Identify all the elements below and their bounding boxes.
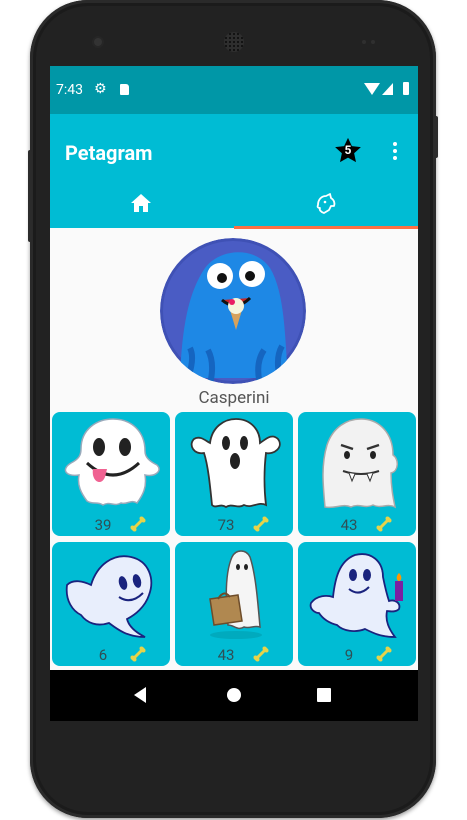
like-count: 73 (217, 516, 235, 534)
wifi-icon (364, 83, 380, 95)
tab-home[interactable] (50, 178, 234, 228)
pet-card[interactable]: 43 (298, 412, 416, 536)
like-count: 39 (94, 516, 112, 534)
power-button (434, 116, 438, 158)
profile-avatar[interactable] (160, 238, 306, 384)
system-nav-bar (50, 670, 418, 721)
like-count: 43 (217, 646, 235, 664)
tab-bar (50, 178, 418, 228)
profile-name: Casperini (198, 388, 270, 408)
bone-icon[interactable] (130, 646, 146, 662)
tab-indicator (234, 226, 418, 229)
monster-avatar-icon (160, 238, 306, 384)
app-screen: 7:43 ⚙ Petagram 5 Casperini 39 73 43 6 4… (50, 66, 418, 721)
ghost-tongue-icon (64, 418, 160, 506)
volume-button (28, 150, 32, 242)
pet-card[interactable]: 39 (52, 412, 170, 536)
bone-icon[interactable] (253, 516, 269, 532)
like-count: 43 (340, 516, 358, 534)
status-time: 7:43 (56, 82, 83, 98)
app-bar: Petagram 5 (50, 114, 418, 178)
sd-card-icon (120, 84, 129, 95)
dog-icon (316, 193, 336, 214)
recents-icon[interactable] (317, 688, 331, 702)
tab-profile[interactable] (234, 178, 418, 228)
ghost-sheet-bag-icon (209, 550, 262, 639)
ghost-scream-icon (190, 418, 281, 509)
favorites-button[interactable]: 5 (333, 136, 363, 166)
back-icon[interactable] (134, 687, 146, 703)
bone-icon[interactable] (376, 646, 392, 662)
pet-card[interactable]: 9 (298, 542, 416, 666)
home-nav-icon[interactable] (227, 688, 241, 702)
bone-icon[interactable] (253, 646, 269, 662)
ghost-candle-icon (309, 553, 403, 638)
like-count: 6 (98, 646, 108, 664)
front-camera (94, 38, 102, 46)
ghost-fangs-icon (322, 418, 398, 509)
battery-icon (403, 82, 409, 95)
pet-card[interactable]: 73 (175, 412, 293, 536)
overflow-menu-button[interactable] (389, 142, 401, 162)
pet-card[interactable]: 6 (52, 542, 170, 666)
earpiece-speaker (224, 32, 244, 52)
proximity-sensor (362, 40, 366, 44)
signal-icon (382, 83, 393, 95)
pet-card[interactable]: 43 (175, 542, 293, 666)
like-count: 9 (344, 646, 354, 664)
home-icon (131, 194, 151, 212)
settings-icon: ⚙ (94, 81, 107, 97)
bone-icon[interactable] (376, 516, 392, 532)
favorites-badge: 5 (344, 143, 352, 157)
status-bar: 7:43 ⚙ (50, 66, 418, 114)
ghost-flying-icon (65, 555, 153, 638)
light-sensor (371, 40, 375, 44)
bone-icon[interactable] (130, 516, 146, 532)
app-title: Petagram (65, 141, 153, 165)
